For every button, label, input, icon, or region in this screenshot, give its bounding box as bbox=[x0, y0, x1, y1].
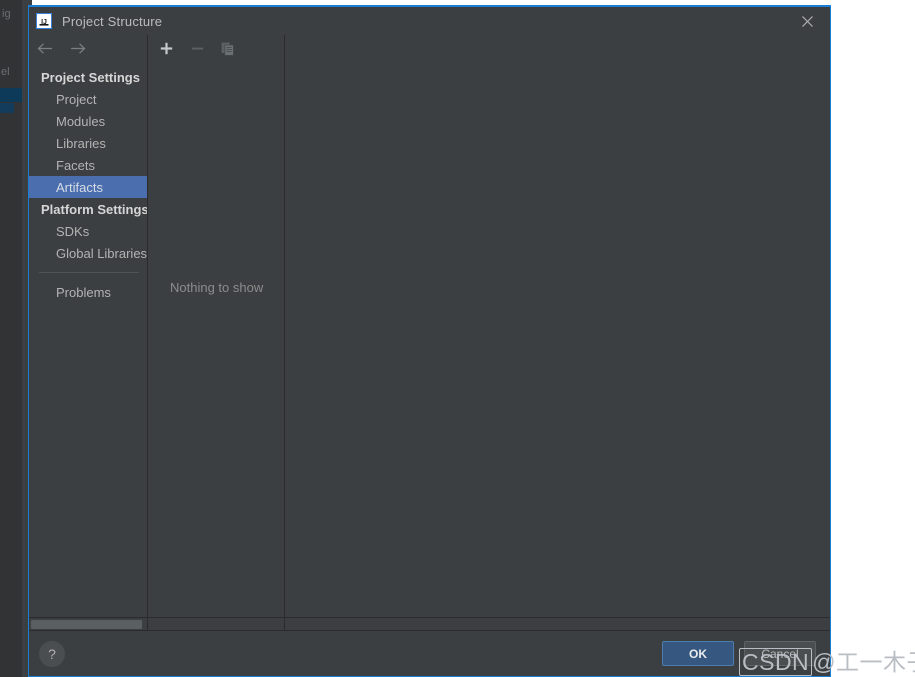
sidebar-item-label: SDKs bbox=[56, 223, 90, 239]
arrow-left-icon[interactable] bbox=[35, 39, 55, 59]
sidebar-item-label: Project Settings bbox=[41, 69, 140, 85]
copy-icon bbox=[218, 39, 238, 59]
sidebar-item-modules[interactable]: Modules bbox=[29, 110, 147, 132]
detail-footer-strip bbox=[285, 617, 830, 630]
sidebar-item-global-libraries[interactable]: Global Libraries bbox=[29, 242, 147, 264]
navigation-toolbar bbox=[29, 35, 147, 62]
artifacts-list-panel: Nothing to show bbox=[148, 35, 285, 630]
sidebar-item-label: Libraries bbox=[56, 135, 106, 151]
sidebar-item-libraries[interactable]: Libraries bbox=[29, 132, 147, 154]
ok-button[interactable]: OK bbox=[662, 641, 734, 666]
question-mark-icon[interactable]: ? bbox=[39, 640, 65, 667]
sidebar-item-artifacts[interactable]: Artifacts bbox=[29, 176, 147, 198]
sidebar-horizontal-scrollbar[interactable] bbox=[29, 617, 147, 630]
background-ghost-text-2: el bbox=[1, 66, 10, 78]
scrollbar-thumb[interactable] bbox=[31, 620, 142, 629]
project-structure-dialog: IJ Project Structure Project Settings Pr… bbox=[28, 5, 831, 677]
minus-icon bbox=[187, 39, 207, 59]
artifact-detail-content bbox=[285, 35, 830, 617]
sidebar-item-label: Modules bbox=[56, 113, 106, 129]
sidebar-item-label: Global Libraries bbox=[56, 245, 147, 261]
background-ghost-text-1: ig bbox=[2, 8, 11, 20]
sidebar-item-facets[interactable]: Facets bbox=[29, 154, 147, 176]
sidebar-item-label: Project bbox=[56, 91, 97, 107]
sidebar-group-project-settings: Project Settings bbox=[29, 66, 147, 88]
artifacts-toolbar bbox=[148, 35, 284, 62]
arrow-right-icon[interactable] bbox=[67, 39, 87, 59]
settings-tree[interactable]: Project Settings Project Modules Librari… bbox=[29, 62, 147, 617]
cancel-button[interactable]: Cancel bbox=[744, 641, 816, 666]
artifacts-list-footer-strip bbox=[148, 617, 284, 630]
background-highlight-1 bbox=[0, 88, 22, 102]
close-icon[interactable] bbox=[788, 9, 826, 33]
dialog-body: Project Settings Project Modules Librari… bbox=[29, 35, 830, 630]
intellij-idea-logo-icon: IJ bbox=[36, 13, 52, 29]
empty-state-label: Nothing to show bbox=[170, 280, 264, 295]
sidebar-item-label: Platform Settings bbox=[41, 201, 147, 217]
sidebar-item-label: Artifacts bbox=[56, 179, 103, 195]
plus-icon[interactable] bbox=[156, 39, 176, 59]
dialog-title: Project Structure bbox=[62, 13, 163, 29]
sidebar-item-label: Problems bbox=[56, 284, 111, 300]
dialog-titlebar: IJ Project Structure bbox=[29, 7, 830, 35]
sidebar-item-sdks[interactable]: SDKs bbox=[29, 220, 147, 242]
background-highlight-2 bbox=[0, 103, 14, 113]
artifact-detail-panel bbox=[285, 35, 830, 630]
artifacts-list[interactable]: Nothing to show bbox=[148, 62, 284, 617]
sidebar-item-label: Facets bbox=[56, 157, 96, 173]
settings-navigation-panel: Project Settings Project Modules Librari… bbox=[29, 35, 148, 630]
sidebar-item-problems[interactable]: Problems bbox=[29, 281, 147, 303]
sidebar-item-project[interactable]: Project bbox=[29, 88, 147, 110]
sidebar-divider bbox=[39, 272, 139, 273]
dialog-footer: ? OK Cancel bbox=[29, 630, 830, 676]
sidebar-group-platform-settings: Platform Settings bbox=[29, 198, 147, 220]
